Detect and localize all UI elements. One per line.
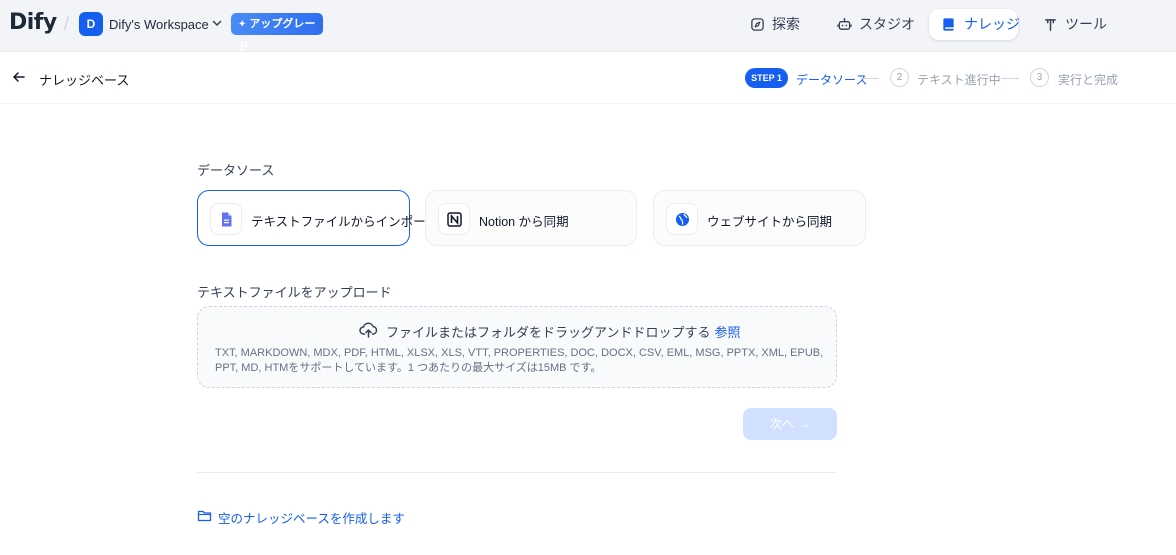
step3-number: 3 (1030, 68, 1049, 87)
datasource-option-label: ウェブサイトから同期 (707, 215, 833, 229)
nav-tools-label: ツール (1065, 16, 1107, 32)
nav-studio-label: スタジオ (859, 16, 915, 32)
notion-icon (447, 212, 462, 227)
step1-label: データソース (796, 73, 868, 87)
dropzone-instruction: ファイルまたはフォルダをドラッグアンドドロップする (386, 325, 711, 340)
breadcrumb-separator: / (64, 14, 70, 34)
step-connector (861, 78, 879, 79)
page-header: ナレッジベース STEP 1 データソース 2 テキスト進行中 3 実行と完成 (0, 52, 1176, 104)
next-button[interactable]: 次へ → (743, 408, 837, 440)
page-title: ナレッジベース (39, 73, 130, 88)
dropzone-text: ファイルまたはフォルダをドラッグアンドドロップする 参照 (386, 322, 741, 341)
compass-icon (751, 18, 764, 31)
step1-badge: STEP 1 (745, 68, 788, 88)
file-text-icon (222, 212, 232, 227)
dify-logo[interactable]: Dify (9, 10, 57, 35)
arrow-right-icon: → (798, 417, 810, 431)
upgrade-button[interactable]: ✦ アップグレード (231, 13, 323, 53)
nav-knowledge-label: ナレッジ (964, 16, 1020, 32)
supported-formats-hint: TXT, MARKDOWN, MDX, PDF, HTML, XLSX, XLS… (215, 347, 824, 374)
logo-text: Dify (9, 10, 57, 35)
datasource-option-notion[interactable]: Notion から同期 (425, 190, 637, 246)
nav-tools[interactable]: ツール (1043, 9, 1107, 40)
folder-icon (197, 510, 212, 522)
tool-icon (1045, 19, 1056, 31)
nav-explore-label: 探索 (772, 16, 800, 32)
browse-link[interactable]: 参照 (714, 325, 740, 340)
file-dropzone[interactable]: ファイルまたはフォルダをドラッグアンドドロップする 参照 TXT, MARKDOW… (197, 306, 837, 388)
nav-explore[interactable]: 探索 (750, 9, 810, 40)
step-connector (1001, 78, 1019, 79)
robot-icon (837, 18, 852, 30)
step2-number: 2 (890, 68, 909, 87)
step2-label: テキスト進行中 (917, 73, 1001, 87)
create-empty-label: 空のナレッジベースを作成します (218, 512, 405, 526)
nav-studio[interactable]: スタジオ (837, 9, 915, 40)
sparkle-icon: ✦ (238, 19, 247, 30)
datasource-option-label: テキストファイルからインポート (251, 215, 439, 229)
back-arrow-icon[interactable] (12, 70, 26, 84)
globe-icon (676, 213, 689, 226)
workspace-name[interactable]: Dify's Workspace (109, 17, 209, 32)
upgrade-label: アップグレード (238, 18, 316, 53)
step3-label: 実行と完成 (1058, 73, 1119, 87)
top-navigation-bar: Dify / D Dify's Workspace ✦ アップグレード 探索 スタ… (0, 0, 1176, 53)
book-icon (943, 18, 954, 31)
nav-knowledge[interactable]: ナレッジ (929, 9, 1020, 40)
workspace-avatar[interactable]: D (79, 12, 103, 36)
chevron-down-icon[interactable] (211, 17, 223, 29)
datasource-section-label: データソース (197, 163, 275, 178)
datasource-option-text-file[interactable]: テキストファイルからインポート (197, 190, 438, 246)
cloud-upload-icon (359, 322, 378, 338)
datasource-option-website[interactable]: ウェブサイトから同期 (653, 190, 866, 246)
next-button-label: 次へ (769, 417, 794, 431)
upload-section-label: テキストファイルをアップロード (197, 285, 392, 300)
divider (197, 472, 837, 473)
datasource-option-label: Notion から同期 (479, 215, 569, 229)
